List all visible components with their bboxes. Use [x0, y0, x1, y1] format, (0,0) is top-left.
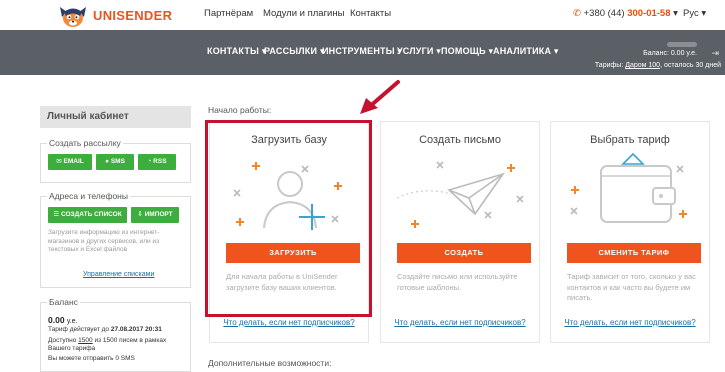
logout-icon[interactable]: ⇥ — [711, 48, 719, 59]
tariff-info: Тарифы: Даром 100, осталось 30 дней — [594, 62, 721, 69]
menu-tools[interactable]: ИНСТРУМЕНТЫ ▾ — [322, 46, 402, 57]
card-text: Создайте письмо или используйте готовые … — [397, 272, 518, 292]
personal-cabinet-title: Личный кабинет — [40, 106, 191, 128]
main-nav: КОНТАКТЫ ▾ РАССЫЛКИ ▾ ИНСТРУМЕНТЫ ▾ УСЛУ… — [0, 30, 725, 75]
card-create-letter: Создать письмо СОЗДАТЬ Создайте письмо и… — [380, 121, 540, 343]
no-subscribers-link[interactable]: Что делать, если нет подписчиков? — [210, 318, 368, 327]
available-letters: Доступно 1500 из 1500 писем в рамках Ваш… — [48, 337, 167, 352]
phone-icon: ✆ — [573, 8, 581, 19]
balance-info: Баланс: 0.00 у.е. — [643, 50, 697, 57]
phone-number[interactable]: ✆ +380 (44) 300-01-58 ▾ — [573, 8, 678, 19]
addresses-box: Адреса и телефоны ☰ СОЗДАТЬ СПИСОК ⇩ ИМП… — [40, 191, 191, 288]
create-mailing-box: Создать рассылку ✉ EMAIL ● SMS ◔ RSS — [40, 138, 191, 183]
language-selector[interactable]: Рус ▾ — [683, 8, 706, 19]
balance-amount: 0.00 у.е. — [48, 315, 78, 325]
card-title: Создать письмо — [419, 134, 501, 146]
extra-features-label: Дополнительные возможности: — [208, 358, 332, 368]
paper-plane-icon — [396, 161, 524, 228]
sms-available: Вы можете отправить 0 SMS — [48, 355, 135, 362]
tariff-link[interactable]: Даром 100 — [625, 62, 660, 69]
pointer-arrow-icon — [360, 80, 400, 114]
email-button[interactable]: ✉ EMAIL — [48, 154, 92, 170]
create-list-button[interactable]: ☰ СОЗДАТЬ СПИСОК — [48, 207, 127, 223]
menu-services[interactable]: УСЛУГИ ▾ — [397, 46, 441, 57]
nav-partners-link[interactable]: Партнёрам — [204, 8, 253, 19]
unisender-logo-icon[interactable] — [58, 3, 88, 29]
card-title: Выбрать тариф — [590, 134, 670, 146]
card-choose-tariff: Выбрать тариф СМЕНИТЬ ТАРИФ Тариф зависи… — [550, 121, 710, 343]
highlight-frame — [205, 120, 372, 317]
sms-button[interactable]: ● SMS — [96, 154, 134, 170]
menu-mailings[interactable]: РАССЫЛКИ ▾ — [264, 46, 325, 57]
menu-analytics[interactable]: АНАЛИТИКА ▾ — [493, 46, 559, 57]
brand-name[interactable]: UNISENDER — [93, 8, 172, 23]
wallet-icon — [570, 152, 687, 223]
change-tariff-button[interactable]: СМЕНИТЬ ТАРИФ — [567, 243, 701, 263]
tariff-valid-line: Тариф действует до 27.08.2017 20:31 — [48, 326, 162, 333]
card-text: Тариф зависит от того, сколько у вас кон… — [567, 272, 696, 302]
no-subscribers-link[interactable]: Что делать, если нет подписчиков? — [551, 318, 709, 327]
top-bar: UNISENDER Партнёрам Модули и плагины Кон… — [0, 0, 725, 30]
import-hint: Загрузите информацию из интернет-магазин… — [48, 229, 160, 253]
menu-help[interactable]: ПОМОЩЬ ▾ — [441, 46, 493, 57]
nav-contacts-link[interactable]: Контакты — [350, 8, 391, 19]
import-button[interactable]: ⇩ ИМПОРТ — [131, 207, 179, 223]
account-name — [667, 39, 697, 48]
create-button[interactable]: СОЗДАТЬ — [397, 243, 531, 263]
menu-contacts[interactable]: КОНТАКТЫ ▾ — [207, 46, 266, 57]
nav-modules-link[interactable]: Модули и плагины — [263, 8, 344, 19]
start-label: Начало работы: — [208, 105, 272, 115]
balance-box: Баланс 0.00 у.е. Тариф действует до 27.0… — [40, 297, 191, 372]
no-subscribers-link[interactable]: Что делать, если нет подписчиков? — [381, 318, 539, 327]
rss-button[interactable]: ◔ RSS — [138, 154, 176, 170]
manage-lists-link[interactable]: Управление списками — [83, 271, 154, 278]
